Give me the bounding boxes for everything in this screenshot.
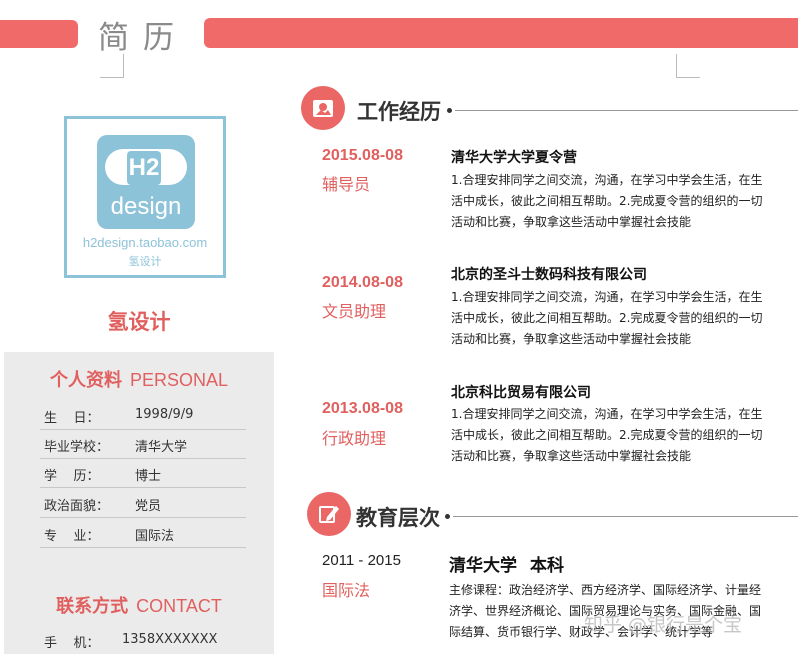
- info-label: 专 业：: [44, 529, 100, 544]
- work-date: 2013.08-08: [322, 400, 403, 417]
- info-row-phone: 手 机： 1358XXXXXXX: [40, 626, 246, 654]
- info-value: 博士: [135, 469, 162, 484]
- info-value: 国际法: [135, 529, 175, 544]
- work-date: 2014.08-08: [322, 274, 403, 291]
- watermark: 知乎 @银行是个宝: [584, 614, 743, 636]
- info-label: 学 历：: [44, 469, 100, 484]
- info-value: 清华大学: [135, 440, 188, 455]
- info-value: 1358XXXXXXX: [122, 632, 218, 647]
- heading-rule: [453, 516, 798, 517]
- logo-url: h2design.taobao.com: [82, 235, 208, 250]
- work-heading: 工作经历: [357, 100, 441, 124]
- education-degree: 本科: [530, 556, 564, 576]
- corner-bracket-right: [676, 54, 700, 78]
- personal-heading-en: PERSONAL: [129, 370, 229, 390]
- edit-pencil-icon: [307, 492, 351, 536]
- heading-dot: [447, 108, 452, 113]
- logo-mark: H2: [127, 151, 161, 185]
- info-row-birthday: 生 日： 1998/9/9: [40, 401, 246, 430]
- education-heading: 教育层次: [356, 506, 440, 530]
- contact-heading: 联系方式 CONTACT: [4, 592, 274, 618]
- info-row-politics: 政治面貌： 党员: [40, 489, 246, 518]
- work-description: 1.合理安排同学之间交流，沟通，在学习中学会生活，在生活中成长，彼此之间相互帮助…: [451, 290, 763, 346]
- info-label: 毕业学校：: [44, 440, 110, 455]
- info-label: 生 日：: [44, 411, 100, 426]
- info-row-major: 专 业： 国际法: [40, 519, 246, 548]
- work-description: 1.合理安排同学之间交流，沟通，在学习中学会生活，在生活中成长，彼此之间相互帮助…: [451, 407, 763, 463]
- page-title: 简历: [98, 20, 188, 56]
- work-company: 清华大学大学夏令营: [451, 150, 577, 166]
- info-label: 手 机：: [44, 636, 100, 651]
- work-role: 辅导员: [322, 175, 371, 194]
- personal-heading: 个人资料 PERSONAL: [4, 366, 274, 392]
- personal-heading-cn: 个人资料: [49, 370, 122, 391]
- header-bar-right: [204, 18, 798, 48]
- logo-word: design: [110, 193, 182, 220]
- work-company: 北京的圣斗士数码科技有限公司: [451, 267, 647, 283]
- work-date: 2015.08-08: [322, 147, 403, 164]
- info-value: 1998/9/9: [135, 407, 194, 422]
- education-major: 国际法: [322, 581, 371, 600]
- briefcase-photo-icon: [301, 86, 345, 130]
- education-years: 2011 - 2015: [322, 552, 401, 569]
- info-value: 党员: [135, 499, 162, 514]
- contact-heading-cn: 联系方式: [56, 596, 129, 617]
- education-school: 清华大学: [449, 556, 517, 576]
- heading-rule: [455, 110, 798, 111]
- info-label: 政治面貌：: [44, 499, 110, 514]
- contact-heading-en: CONTACT: [136, 596, 222, 616]
- corner-bracket-left: [100, 54, 124, 78]
- heading-dot: [445, 514, 450, 519]
- logo-tile: H2 design: [97, 135, 195, 229]
- info-row-degree: 学 历： 博士: [40, 459, 246, 488]
- work-company: 北京科比贸易有限公司: [451, 385, 591, 401]
- logo-cn-text: 氢设计: [128, 255, 162, 268]
- info-row-school: 毕业学校： 清华大学: [40, 430, 246, 459]
- work-role: 行政助理: [322, 429, 387, 448]
- work-role: 文员助理: [322, 302, 387, 321]
- work-description: 1.合理安排同学之间交流，沟通，在学习中学会生活，在生活中成长，彼此之间相互帮助…: [451, 173, 763, 229]
- profile-logo: H2 design h2design.taobao.com 氢设计: [64, 116, 226, 278]
- header-bar-left: [0, 20, 78, 48]
- profile-name: 氢设计: [107, 310, 171, 334]
